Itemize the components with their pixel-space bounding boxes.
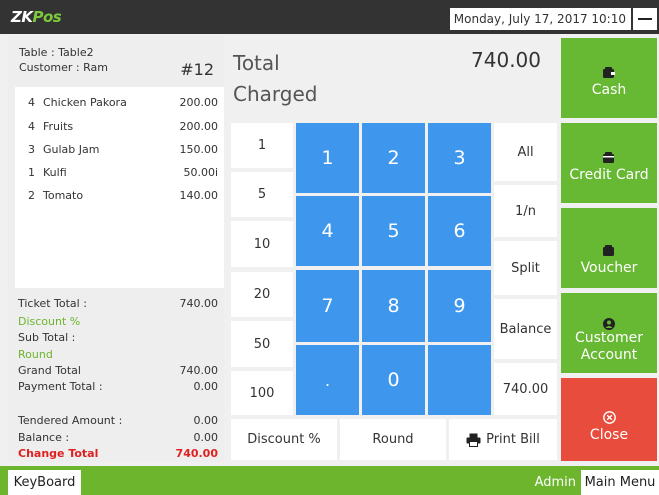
tendered-label: Tendered Amount : xyxy=(18,414,123,427)
item-price: 140.00 xyxy=(179,189,219,202)
ticket-total-label: Ticket Total : xyxy=(18,297,87,310)
list-item[interactable]: 3 Gulab Jam 150.00 xyxy=(28,142,218,158)
keyboard-button[interactable]: KeyBoard xyxy=(8,470,81,495)
wallet-icon xyxy=(603,67,615,78)
total-charged-label: Total Charged xyxy=(233,51,318,106)
item-price: 200.00 xyxy=(179,120,219,133)
discount-button[interactable]: Discount % xyxy=(231,419,337,460)
round-button[interactable]: Round xyxy=(340,419,446,460)
digit-3-button[interactable]: 3 xyxy=(428,123,491,193)
close-label: Close xyxy=(589,427,629,443)
minimize-button[interactable] xyxy=(633,8,657,30)
digit-1-button[interactable]: 1 xyxy=(296,123,359,193)
item-price: 200.00 xyxy=(179,96,219,109)
split-n-button[interactable]: 1/n xyxy=(494,185,557,237)
item-qty: 4 xyxy=(28,120,35,133)
payment-total-value: 0.00 xyxy=(193,380,219,393)
app-logo: ZKPos xyxy=(11,8,62,26)
discount-label: Discount % xyxy=(18,315,81,328)
user-icon xyxy=(603,318,615,330)
print-bill-button[interactable]: Print Bill xyxy=(449,419,557,460)
quick-amount-5-button[interactable]: 5 xyxy=(231,172,293,217)
list-item[interactable]: 4 Fruits 200.00 xyxy=(28,119,218,135)
round-label: Round xyxy=(18,348,53,361)
credit-card-icon xyxy=(603,152,614,163)
item-qty: 1 xyxy=(28,166,35,179)
split-button[interactable]: Split xyxy=(494,241,557,295)
payment-total-label: Payment Total : xyxy=(18,380,103,393)
balance-label: Balance : xyxy=(18,431,70,444)
total-charged-amount: 740.00 xyxy=(471,48,541,72)
item-name: Gulab Jam xyxy=(43,143,100,156)
exact-amount-button[interactable]: 740.00 xyxy=(494,363,557,415)
close-circle-icon xyxy=(602,411,616,424)
print-bill-label: Print Bill xyxy=(486,432,540,447)
item-price: 150.00 xyxy=(179,143,219,156)
digit-0-button[interactable]: 0 xyxy=(362,345,425,415)
digit-4-button[interactable]: 4 xyxy=(296,196,359,266)
digit-blank-button[interactable] xyxy=(428,345,491,415)
pay-all-button[interactable]: All xyxy=(494,123,557,181)
grand-total-label: Grand Total xyxy=(18,364,81,377)
close-button[interactable]: Close xyxy=(561,378,657,461)
digit-7-button[interactable]: 7 xyxy=(296,270,359,342)
main-menu-button[interactable]: Main Menu xyxy=(581,470,659,495)
item-name: Kulfi xyxy=(43,166,67,179)
list-item[interactable]: 4 Chicken Pakora 200.00 xyxy=(28,95,218,111)
printer-icon xyxy=(466,433,481,447)
decimal-point-button[interactable]: . xyxy=(296,345,359,415)
credit-card-label: Credit Card xyxy=(569,167,649,183)
quick-amount-10-button[interactable]: 10 xyxy=(231,221,293,267)
item-name: Tomato xyxy=(43,189,84,202)
quick-amount-50-button[interactable]: 50 xyxy=(231,321,293,367)
quick-amount-100-button[interactable]: 100 xyxy=(231,371,293,415)
customer-account-button[interactable]: Customer Account xyxy=(561,293,657,373)
cash-button[interactable]: Cash xyxy=(561,38,657,118)
item-name: Chicken Pakora xyxy=(43,96,127,109)
change-total-label: Change Total xyxy=(18,447,99,460)
quick-amount-20-button[interactable]: 20 xyxy=(231,272,293,317)
quick-amount-1-button[interactable]: 1 xyxy=(231,123,293,168)
item-qty: 4 xyxy=(28,96,35,109)
list-item[interactable]: 2 Tomato 140.00 xyxy=(28,188,218,204)
digit-9-button[interactable]: 9 xyxy=(428,270,491,342)
voucher-label: Voucher xyxy=(580,260,638,276)
item-name: Fruits xyxy=(43,120,74,133)
list-item[interactable]: 1 Kulfi 50.00i xyxy=(28,165,218,181)
item-qty: 2 xyxy=(28,189,35,202)
customer-account-label-line1: Customer xyxy=(574,330,643,346)
tendered-value: 0.00 xyxy=(193,414,219,427)
voucher-button[interactable]: Voucher xyxy=(561,208,657,288)
change-total-value: 740.00 xyxy=(175,447,218,460)
digit-5-button[interactable]: 5 xyxy=(362,196,425,266)
digit-8-button[interactable]: 8 xyxy=(362,270,425,342)
sub-total-label: Sub Total : xyxy=(18,331,76,344)
digit-6-button[interactable]: 6 xyxy=(428,196,491,266)
ticket-number: #12 xyxy=(180,60,214,79)
balance-button[interactable]: Balance xyxy=(494,299,557,359)
ticket-info: Table : Table2 Customer : Ram xyxy=(19,45,108,75)
ticket-items-list: 4 Chicken Pakora 200.00 4 Fruits 200.00 … xyxy=(15,87,224,288)
ticket-total-value: 740.00 xyxy=(179,297,219,310)
item-price: 50.00i xyxy=(183,166,218,179)
digit-2-button[interactable]: 2 xyxy=(362,123,425,193)
cash-label: Cash xyxy=(591,82,627,98)
voucher-icon xyxy=(603,245,614,256)
current-user: Admin xyxy=(534,475,576,490)
datetime-display: Monday, July 17, 2017 10:10 xyxy=(450,8,631,30)
ticket-table: Table : Table2 xyxy=(19,46,94,59)
item-qty: 3 xyxy=(28,143,35,156)
balance-value: 0.00 xyxy=(193,431,219,444)
credit-card-button[interactable]: Credit Card xyxy=(561,123,657,203)
customer-account-label-line2: Account xyxy=(580,347,638,363)
grand-total-value: 740.00 xyxy=(179,364,219,377)
ticket-customer: Customer : Ram xyxy=(19,61,108,74)
